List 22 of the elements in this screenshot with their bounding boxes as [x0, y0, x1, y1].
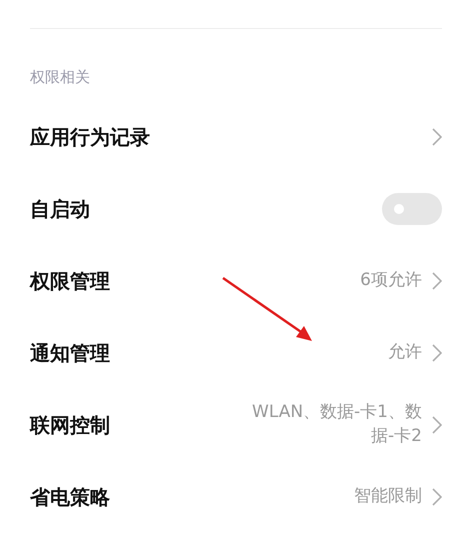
row-value: WLAN、数据-卡1、数据-卡2 [251, 401, 422, 448]
row-value: 允许 [388, 341, 422, 364]
toggle-switch[interactable] [382, 193, 442, 225]
row-label: 省电策略 [30, 484, 110, 510]
settings-row[interactable]: 权限管理 6项允许 [30, 245, 442, 317]
settings-row[interactable]: 联网控制 WLAN、数据-卡1、数据-卡2 [30, 389, 442, 461]
settings-row[interactable]: 应用行为记录 [30, 101, 442, 173]
settings-row[interactable]: 通知管理 允许 [30, 317, 442, 389]
chevron-right-icon [432, 488, 442, 506]
row-label: 自启动 [30, 196, 90, 222]
chevron-right-icon [432, 344, 442, 362]
settings-row[interactable]: 省电策略 智能限制 [30, 461, 442, 533]
chevron-right-icon [432, 416, 442, 434]
row-value: 6项允许 [360, 269, 422, 292]
row-label: 应用行为记录 [30, 124, 150, 150]
row-label: 通知管理 [30, 340, 110, 366]
row-label: 权限管理 [30, 268, 110, 294]
section-header: 权限相关 [30, 68, 91, 87]
row-label: 联网控制 [30, 412, 110, 438]
row-value: 智能限制 [354, 485, 422, 508]
chevron-right-icon [432, 272, 442, 290]
chevron-right-icon [432, 128, 442, 146]
